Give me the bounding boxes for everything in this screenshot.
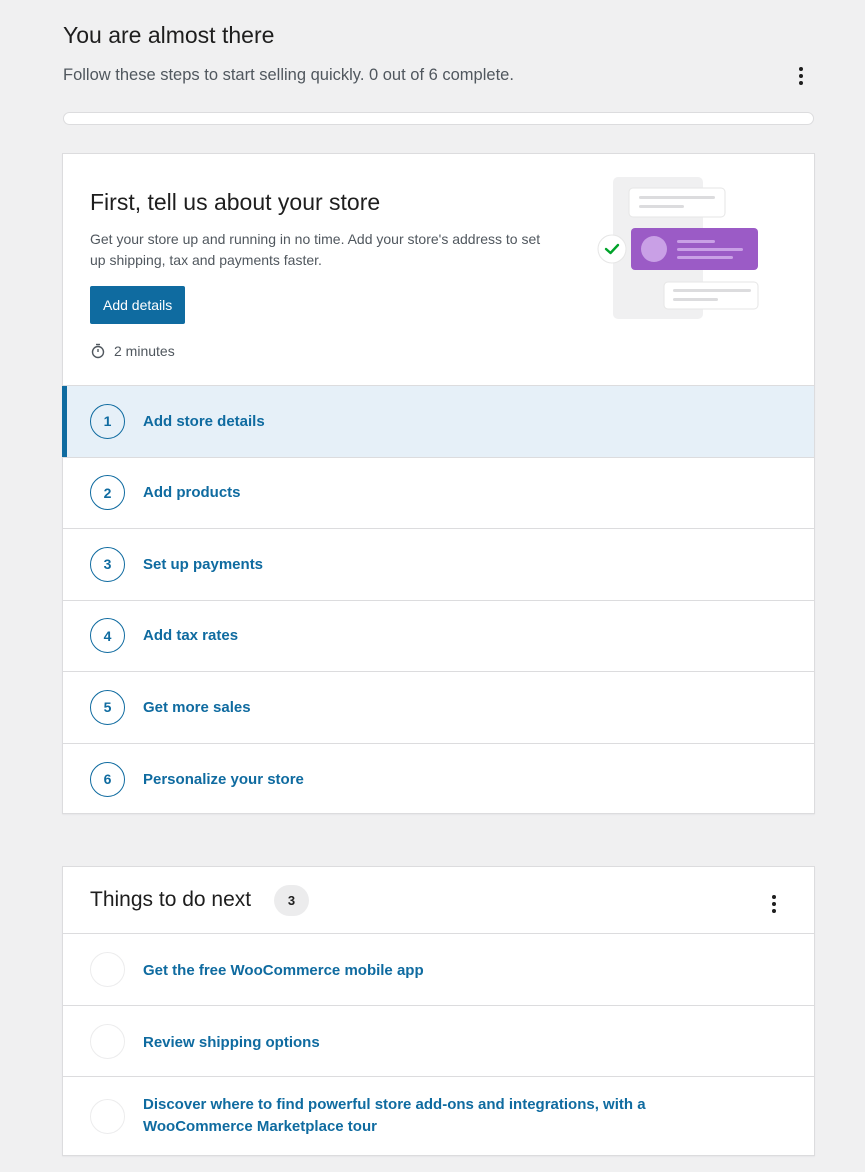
task-hero: First, tell us about your store Get your… [63,154,814,386]
task-item-get-more-sales[interactable]: 5 Get more sales [63,672,814,744]
task-number-badge: 5 [90,689,125,725]
more-options-icon[interactable] [789,64,813,88]
incomplete-circle-icon [90,1023,125,1059]
next-card-title: Things to do next [90,888,252,911]
task-label[interactable]: Get more sales [143,699,251,716]
task-label[interactable]: Add tax rates [143,627,238,644]
time-estimate: 2 minutes [90,343,175,359]
task-item-add-products[interactable]: 2 Add products [63,458,814,529]
task-number-badge: 2 [90,475,125,511]
hero-description: Get your store up and running in no time… [90,231,541,268]
setup-progress-bar [63,112,814,125]
next-item-label[interactable]: Discover where to find powerful store ad… [143,1094,703,1138]
task-label[interactable]: Add store details [143,413,265,430]
task-number-badge: 4 [90,618,125,654]
page-subtitle: Follow these steps to start selling quic… [63,66,514,84]
task-number-badge: 1 [90,403,125,439]
next-item-mobile-app[interactable]: Get the free WooCommerce mobile app [63,934,814,1006]
things-to-do-next-card: Things to do next 3 Get the free WooComm… [62,866,815,1156]
task-item-add-store-details[interactable]: 1 Add store details [62,386,814,458]
task-item-add-tax-rates[interactable]: 4 Add tax rates [63,601,814,672]
add-details-button[interactable]: Add details [90,286,186,324]
time-estimate-text: 2 minutes [114,343,175,359]
stopwatch-icon [91,343,105,359]
next-card-header: Things to do next 3 [63,867,814,934]
task-number-badge: 6 [90,761,125,797]
setup-task-list-card: First, tell us about your store Get your… [62,153,815,814]
more-options-icon[interactable] [762,892,786,916]
next-item-label[interactable]: Get the free WooCommerce mobile app [143,960,703,982]
page-title: You are almost there [63,22,275,48]
hero-title: First, tell us about your store [90,189,381,215]
task-number-badge: 3 [90,546,125,582]
store-details-illustration [597,177,759,319]
next-item-label[interactable]: Review shipping options [143,1032,703,1054]
incomplete-circle-icon [90,1099,125,1134]
task-count-badge: 3 [274,885,309,916]
task-item-personalize-store[interactable]: 6 Personalize your store [63,744,814,816]
task-list: 1 Add store details 2 Add products 3 Set… [62,386,814,816]
next-item-shipping-options[interactable]: Review shipping options [63,1006,814,1077]
next-item-marketplace-tour[interactable]: Discover where to find powerful store ad… [63,1077,814,1157]
task-label[interactable]: Add products [143,484,241,501]
page-header: You are almost there Follow these steps … [63,20,815,85]
task-label[interactable]: Personalize your store [143,771,304,788]
incomplete-circle-icon [90,952,125,987]
task-item-set-up-payments[interactable]: 3 Set up payments [63,529,814,601]
task-label[interactable]: Set up payments [143,556,263,573]
